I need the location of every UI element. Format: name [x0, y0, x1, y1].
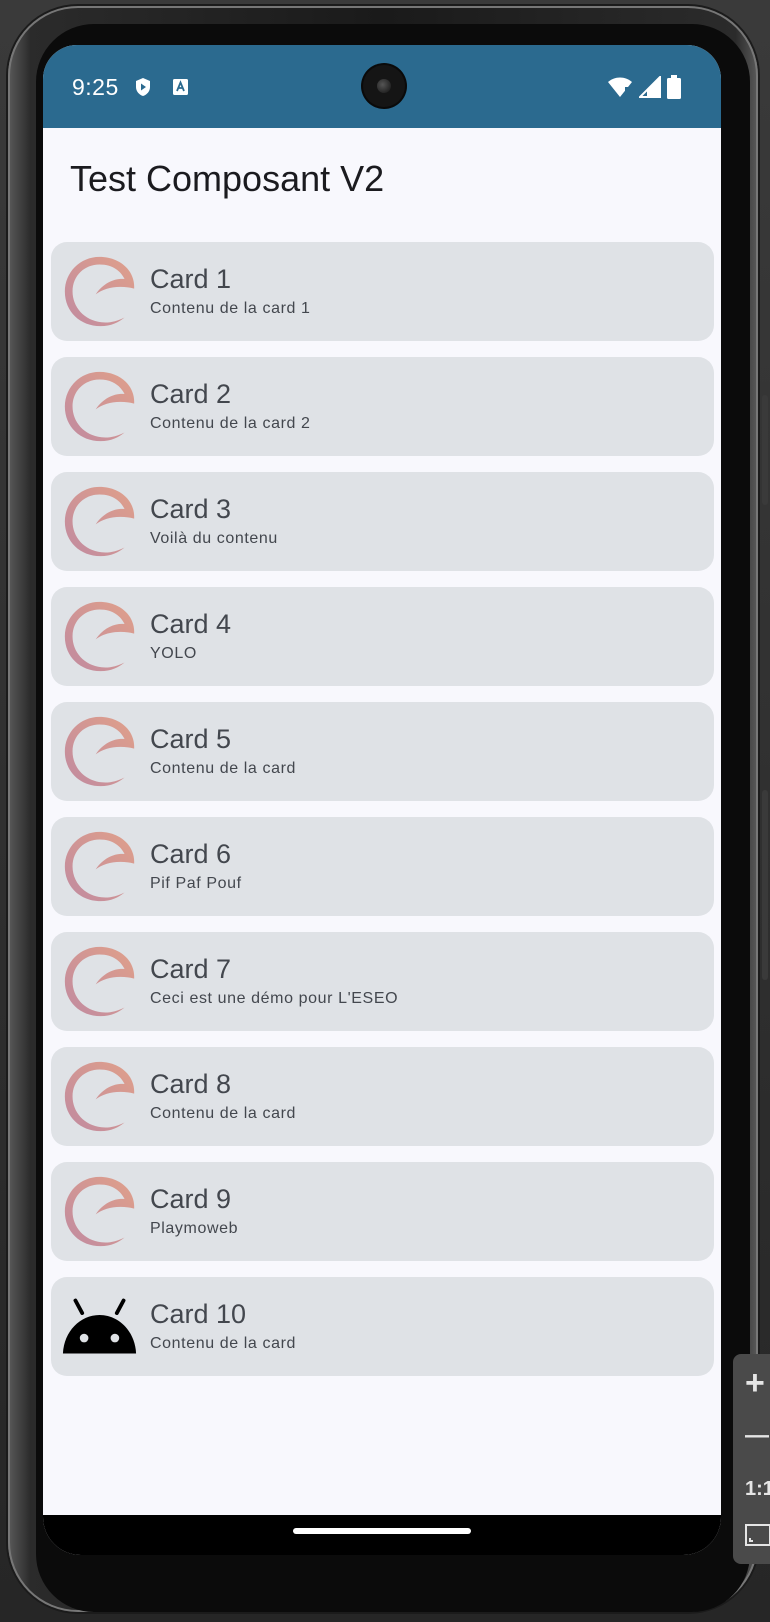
power-button: [762, 395, 768, 505]
font-a-icon: [172, 78, 189, 100]
card-title: Card 2: [150, 379, 232, 409]
card-subtitle: Contenu de la card 1: [150, 300, 311, 317]
card-title: Card 5: [150, 724, 232, 754]
phone-screen: 9:25 Test Composant V2 Card 1 Contenu de…: [43, 45, 721, 1555]
swirl-logo-icon: [61, 828, 138, 905]
swirl-logo-icon: [61, 483, 138, 560]
status-time: 9:25: [72, 74, 119, 100]
status-bar: 9:25: [43, 45, 721, 128]
card-item[interactable]: Card 10 Contenu de la card: [51, 1277, 714, 1376]
emulator-side-toolbar: + — 1:1: [733, 1354, 770, 1564]
card-item[interactable]: Card 1 Contenu de la card 1: [51, 242, 714, 341]
swirl-logo-icon: [61, 713, 138, 790]
gesture-nav-bar: [43, 1515, 721, 1555]
card-title: Card 10: [150, 1299, 247, 1329]
card-item[interactable]: Card 9 Playmoweb: [51, 1162, 714, 1261]
card-title: Card 7: [150, 954, 232, 984]
swirl-logo-icon: [61, 1173, 138, 1250]
card-subtitle: Contenu de la card: [150, 760, 297, 777]
card-subtitle: Voilà du contenu: [150, 530, 278, 547]
card-title: Card 4: [150, 609, 232, 639]
card-title: Card 3: [150, 494, 232, 524]
card-subtitle: Playmoweb: [150, 1220, 239, 1237]
card-title: Card 8: [150, 1069, 232, 1099]
status-icons: [607, 74, 681, 103]
card-list: Card 1 Contenu de la card 1 Card 2 Contenu…: [51, 242, 714, 1392]
card-subtitle: Contenu de la card 2: [150, 415, 311, 432]
card-subtitle: YOLO: [150, 645, 197, 662]
android-icon: [61, 1288, 138, 1365]
zoom-one-to-one-button[interactable]: 1:1: [745, 1478, 770, 1501]
card-title: Card 9: [150, 1184, 232, 1214]
volume-button: [762, 790, 768, 980]
fit-screen-icon[interactable]: [745, 1524, 770, 1551]
card-title: Card 1: [150, 264, 232, 294]
shield-icon: [134, 77, 152, 101]
home-handle[interactable]: [293, 1528, 471, 1534]
wifi-icon: [607, 76, 633, 102]
card-subtitle: Contenu de la card: [150, 1335, 297, 1352]
page-title: Test Composant V2: [70, 158, 385, 199]
card-item[interactable]: Card 3 Voilà du contenu: [51, 472, 714, 571]
cell-signal-icon: [637, 74, 661, 102]
card-item[interactable]: Card 5 Contenu de la card: [51, 702, 714, 801]
card-item[interactable]: Card 7 Ceci est une démo pour L'ESEO: [51, 932, 714, 1031]
card-item[interactable]: Card 4 YOLO: [51, 587, 714, 686]
card-title: Card 6: [150, 839, 232, 869]
swirl-logo-icon: [61, 253, 138, 330]
card-subtitle: Ceci est une démo pour L'ESEO: [150, 990, 399, 1007]
card-item[interactable]: Card 8 Contenu de la card: [51, 1047, 714, 1146]
swirl-logo-icon: [61, 943, 138, 1020]
swirl-logo-icon: [61, 1058, 138, 1135]
emulator-stage: 9:25 Test Composant V2 Card 1 Contenu de…: [0, 0, 770, 1622]
zoom-out-button[interactable]: —: [745, 1422, 769, 1450]
card-item[interactable]: Card 6 Pif Paf Pouf: [51, 817, 714, 916]
card-subtitle: Contenu de la card: [150, 1105, 297, 1122]
card-subtitle: Pif Paf Pouf: [150, 875, 242, 892]
zoom-in-button[interactable]: +: [745, 1364, 765, 1403]
swirl-logo-icon: [61, 598, 138, 675]
battery-icon: [667, 75, 681, 103]
swirl-logo-icon: [61, 368, 138, 445]
front-camera: [363, 65, 405, 107]
card-item[interactable]: Card 2 Contenu de la card 2: [51, 357, 714, 456]
